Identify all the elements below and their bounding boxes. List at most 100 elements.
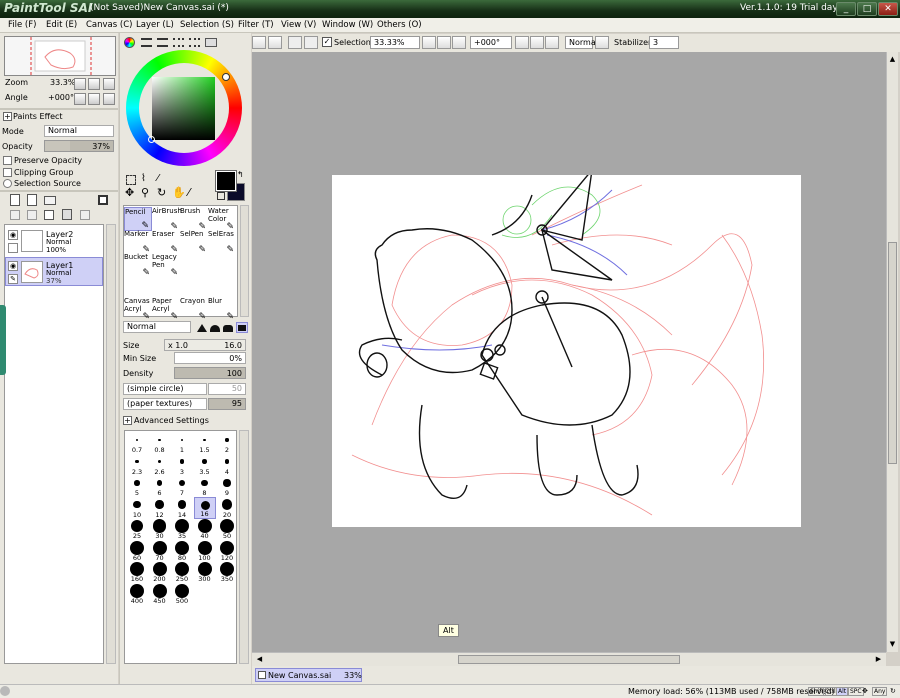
menu-others[interactable]: Others (O): [377, 20, 422, 30]
zoom-tool-icon[interactable]: ⚲: [141, 187, 152, 199]
brush-size-cell[interactable]: 9: [216, 475, 238, 497]
invert-selection-button[interactable]: [304, 36, 318, 49]
blend-select[interactable]: Normal: [565, 36, 598, 49]
brush-size-cell[interactable]: 70: [149, 540, 171, 562]
brush-size-cell[interactable]: 4: [216, 454, 238, 476]
tool-crayon[interactable]: Crayon ✎: [180, 297, 208, 322]
brush-size-cell[interactable]: 0.8: [149, 432, 171, 454]
layer-mode-select[interactable]: Normal: [44, 125, 114, 137]
minimize-button[interactable]: _: [836, 2, 856, 16]
delete-layer-icon[interactable]: [62, 209, 72, 220]
color-picker-cursor[interactable]: [148, 136, 155, 143]
layer-item[interactable]: ◉ Layer2 Normal 100%: [5, 226, 103, 255]
brush-size-cell[interactable]: 450: [149, 583, 171, 605]
deselect-button[interactable]: [288, 36, 302, 49]
tool-grid-scrollbar[interactable]: [240, 205, 249, 317]
zoom-select[interactable]: 33.33%: [370, 36, 420, 49]
expand-icon[interactable]: +: [3, 112, 12, 121]
brush-size-cell[interactable]: 12: [149, 497, 171, 519]
tool-legacy-pen[interactable]: Legacy Pen ✎: [152, 253, 180, 278]
new-linework-layer-icon[interactable]: [27, 194, 37, 206]
brush-blend-select[interactable]: Normal: [123, 321, 191, 333]
rotate-tool-icon[interactable]: ↻: [157, 187, 168, 199]
lock-toggle[interactable]: [8, 243, 18, 253]
visibility-eye-icon[interactable]: ◉: [8, 230, 18, 240]
brush-size-cell[interactable]: 2.6: [149, 454, 171, 476]
brush-shape-strength[interactable]: 50: [208, 383, 246, 395]
brush-size-cell[interactable]: 30: [149, 518, 171, 540]
hand-tool-icon[interactable]: ✋: [172, 187, 186, 199]
new-layer-icon[interactable]: [10, 194, 20, 206]
brush-texture-select[interactable]: (paper textures): [123, 398, 207, 410]
navigator-thumbnail[interactable]: [4, 36, 116, 76]
brush-size-cell[interactable]: 120: [216, 540, 238, 562]
brush-shape-selector[interactable]: [196, 321, 250, 333]
menu-edit[interactable]: Edit (E): [46, 20, 77, 30]
eyedropper-icon[interactable]: ⁄: [188, 187, 199, 199]
rotate-left-button[interactable]: [515, 36, 529, 49]
brush-size-cell[interactable]: 350: [216, 561, 238, 583]
redo-button[interactable]: [268, 36, 282, 49]
brush-size-cell[interactable]: 500: [171, 583, 193, 605]
zoom-reset-button[interactable]: [103, 78, 115, 90]
brush-size-cell[interactable]: 2: [216, 432, 238, 454]
scroll-down-arrow[interactable]: ▼: [888, 640, 897, 649]
horizontal-scroll-thumb[interactable]: [458, 655, 680, 664]
menu-window[interactable]: Window (W): [322, 20, 373, 30]
tool-seleras[interactable]: SelEras ✎: [208, 230, 236, 255]
zoom-in-button[interactable]: [88, 78, 100, 90]
panel-edge-handle[interactable]: [0, 305, 6, 375]
brush-shape-select[interactable]: (simple circle): [123, 383, 207, 395]
sharp-edge-icon[interactable]: [197, 324, 207, 332]
menu-filter[interactable]: Filter (T): [238, 20, 274, 30]
scroll-right-arrow[interactable]: ▶: [874, 655, 883, 664]
opacity-slider[interactable]: 37%: [44, 140, 114, 152]
menu-view[interactable]: View (V): [281, 20, 316, 30]
tool-paper-acryl[interactable]: Paper Acryl ✎: [152, 297, 180, 322]
size-slider[interactable]: x 1.0 16.0: [164, 339, 246, 351]
brush-size-cell[interactable]: 7: [171, 475, 193, 497]
brush-size-cell[interactable]: 250: [171, 561, 193, 583]
color-mix-mode-icon[interactable]: [173, 38, 184, 47]
brush-size-cell[interactable]: 25: [126, 518, 148, 540]
transfer-down-icon[interactable]: [10, 210, 20, 220]
selection-checkbox[interactable]: ✓: [322, 37, 332, 47]
expand-icon[interactable]: +: [123, 416, 132, 425]
brush-size-cell[interactable]: 1.5: [194, 432, 216, 454]
brush-size-cell[interactable]: 8: [194, 475, 216, 497]
brush-size-cell[interactable]: 35: [171, 518, 193, 540]
select-rect-icon[interactable]: [126, 175, 136, 185]
brush-size-cell[interactable]: 200: [149, 561, 171, 583]
rotate-right-button[interactable]: [530, 36, 544, 49]
angle-select[interactable]: +000°: [470, 36, 512, 49]
flip-button[interactable]: [595, 36, 609, 49]
tool-airbrush[interactable]: AirBrush ✎: [152, 207, 182, 232]
zoom-reset-button[interactable]: [452, 36, 466, 49]
preserve-opacity-checkbox[interactable]: [3, 156, 12, 165]
drawing-canvas[interactable]: [332, 167, 801, 527]
zoom-out-button[interactable]: [422, 36, 436, 49]
menu-layer[interactable]: Layer (L): [136, 20, 174, 30]
tool-brush[interactable]: Brush ✎: [180, 207, 208, 232]
transparent-color-icon[interactable]: [217, 192, 225, 200]
size-multiplier[interactable]: x 1.0: [168, 341, 188, 350]
undo-button[interactable]: [252, 36, 266, 49]
density-slider[interactable]: 100: [174, 367, 246, 379]
tool-selpen[interactable]: SelPen ✎: [180, 230, 208, 255]
layer-list-scrollbar[interactable]: [106, 224, 116, 664]
brush-size-cell[interactable]: 1: [171, 432, 193, 454]
vertical-scrollbar[interactable]: ▲ ▼: [886, 52, 898, 652]
scratchpad-mode-icon[interactable]: [205, 38, 217, 47]
brush-size-cell[interactable]: 100: [194, 540, 216, 562]
layer-options-icon[interactable]: [98, 195, 108, 205]
zoom-in-button[interactable]: [437, 36, 451, 49]
horizontal-scrollbar[interactable]: ◀ ▶: [252, 652, 886, 666]
brush-texture-strength[interactable]: 95: [208, 398, 246, 410]
rotate-reset-button[interactable]: [103, 93, 115, 105]
foreground-color-swatch[interactable]: [215, 170, 237, 192]
brush-size-cell[interactable]: 60: [126, 540, 148, 562]
brush-size-cell[interactable]: 20: [216, 497, 238, 519]
move-icon[interactable]: ✥: [125, 187, 136, 199]
tool-marker[interactable]: Marker ✎: [124, 230, 152, 255]
brush-size-cell[interactable]: 400: [126, 583, 148, 605]
